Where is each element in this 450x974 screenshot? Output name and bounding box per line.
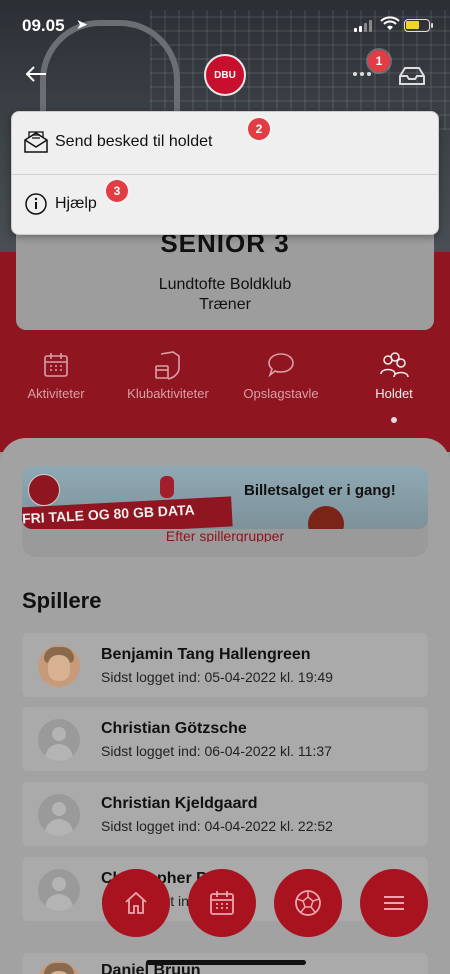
team-club: Lundtofte Boldklub <box>158 276 292 293</box>
location-arrow-icon: ➤ <box>76 16 88 32</box>
app-screen: 09.05 ➤ DBU 1 SENIOR 3 Lundtofte Boldklu… <box>0 0 450 974</box>
annotation-badge-3: 3 <box>106 180 128 202</box>
active-tab-indicator <box>391 417 397 423</box>
calendar-icon <box>44 353 68 377</box>
menu-item-label: Send besked til holdet <box>55 133 213 150</box>
ad-banner[interactable]: FRI TALE OG 80 GB DATA Billetsalget er i… <box>22 466 428 529</box>
status-time: 09.05 <box>22 16 65 35</box>
avatar-placeholder-icon <box>38 794 80 836</box>
cellular-signal-icon <box>354 20 374 32</box>
player-name: Christian Kjeldgaard <box>101 795 258 812</box>
player-last-login: Sidst logget ind: 05-04-2022 kl. 19:49 <box>101 669 333 685</box>
calendar-icon <box>210 891 234 915</box>
player-last-login: Sidst logget ind: 06-04-2022 kl. 11:37 <box>101 743 332 759</box>
tab-label: Aktiviteter <box>27 386 85 401</box>
tab-label: Opslagstavle <box>243 386 319 401</box>
avatar-placeholder-icon <box>38 869 80 911</box>
football-button[interactable] <box>274 869 342 937</box>
menu-item-help[interactable]: Hjælp 3 <box>12 174 438 236</box>
chat-bubble-icon <box>268 353 294 378</box>
options-dropdown-menu: Send besked til holdet 2 Hjælp 3 <box>11 111 439 235</box>
tab-label: Holdet <box>375 386 413 401</box>
status-bar: 09.05 ➤ <box>0 0 450 50</box>
wifi-icon <box>380 16 400 30</box>
avatar <box>38 645 80 687</box>
tab-klubaktiviteter[interactable]: Klubaktiviteter <box>118 350 218 401</box>
club-calendar-icon <box>155 351 180 380</box>
banner-player-image <box>160 476 174 498</box>
player-last-login: Sidst logget ind: 04-04-2022 kl. 22:52 <box>101 818 333 834</box>
players-section-title: Spillere <box>22 588 102 613</box>
back-arrow-icon[interactable] <box>22 60 50 88</box>
battery-icon <box>404 19 433 32</box>
team-tabs: Aktiviteter Klubaktiviteter Opslagstavle <box>0 350 450 430</box>
dbu-banner-logo <box>28 474 60 506</box>
menu-item-label: Hjælp <box>55 195 97 212</box>
banner-headline: Billetsalget er i gang! <box>244 482 396 499</box>
home-button[interactable] <box>102 869 170 937</box>
player-name: Benjamin Tang Hallengreen <box>101 646 311 663</box>
menu-button[interactable] <box>360 869 428 937</box>
menu-item-send-message[interactable]: Send besked til holdet 2 <box>12 112 438 174</box>
top-navigation-bar: DBU 1 <box>0 50 450 100</box>
player-row[interactable]: Christian Kjeldgaard Sidst logget ind: 0… <box>22 782 428 846</box>
tab-label: Klubaktiviteter <box>127 386 209 401</box>
home-icon <box>125 891 147 914</box>
annotation-badge-1: 1 <box>368 50 390 72</box>
envelope-open-icon <box>24 131 48 153</box>
tab-opslagstavle[interactable]: Opslagstavle <box>236 350 326 401</box>
home-indicator <box>146 960 306 965</box>
player-name: Christian Götzsche <box>101 720 247 737</box>
team-role: Træner <box>199 296 251 313</box>
avatar-placeholder-icon <box>38 719 80 761</box>
avatar <box>38 961 80 974</box>
tab-holdet[interactable]: Holdet <box>360 350 428 401</box>
annotation-badge-2: 2 <box>248 118 270 140</box>
football-icon <box>295 890 321 916</box>
player-row[interactable]: Benjamin Tang Hallengreen Sidst logget i… <box>22 633 428 697</box>
hamburger-menu-icon <box>384 896 404 910</box>
banner-ball-image <box>308 506 344 529</box>
inbox-tray-icon[interactable] <box>397 64 427 88</box>
filter-groups-link[interactable]: Efter spillergrupper <box>22 528 428 542</box>
dbu-logo: DBU <box>204 54 246 96</box>
team-info-card: SENIOR 3 Lundtofte Boldklub Træner <box>16 220 434 330</box>
calendar-button[interactable] <box>188 869 256 937</box>
info-circle-icon <box>25 193 47 215</box>
player-row[interactable]: Christian Götzsche Sidst logget ind: 06-… <box>22 707 428 771</box>
tab-aktiviteter[interactable]: Aktiviteter <box>14 350 98 401</box>
people-icon <box>380 352 409 378</box>
